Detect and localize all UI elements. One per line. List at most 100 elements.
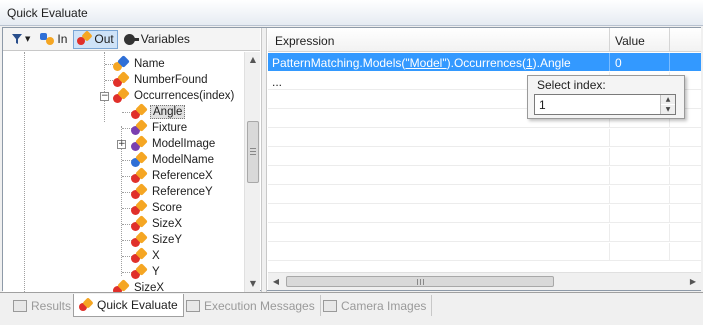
tree-node-label: Fixture: [152, 122, 188, 134]
output-variable-icon: [131, 199, 148, 215]
scroll-up-icon[interactable]: ▲: [245, 52, 261, 68]
expression-cell[interactable]: PatternMatching.Models("Model").Occurren…: [268, 53, 610, 71]
empty-row: [268, 243, 701, 261]
expression-text: PatternMatching.Models(: [272, 56, 406, 70]
spin-up-icon[interactable]: ▲: [661, 95, 675, 104]
select-index-popup: Select index: 1 ▲ ▼: [527, 75, 685, 119]
filter-button[interactable]: ▼: [7, 30, 34, 49]
output-variable-icon: [113, 87, 130, 103]
tree-node-angle[interactable]: Angle: [131, 103, 186, 120]
empty-cell: [268, 129, 610, 147]
expression-text: ).Angle: [532, 56, 571, 70]
output-variable-icon: [131, 135, 148, 151]
empty-cell: [610, 167, 670, 185]
tree-guide-line: [24, 52, 25, 292]
grip-line: [250, 154, 256, 155]
tree-node-numberfound[interactable]: NumberFound: [113, 71, 210, 88]
tree-node-sizey[interactable]: SizeY: [131, 231, 184, 248]
grid-horizontal-scrollbar[interactable]: ◀ ▶: [268, 272, 701, 290]
in-button[interactable]: In: [36, 30, 71, 49]
out-button[interactable]: Out: [73, 29, 118, 49]
execution-messages-icon: [186, 299, 200, 312]
in-label: In: [57, 32, 68, 46]
empty-cell: [610, 243, 670, 261]
expression-grid[interactable]: Expression Value PatternMatching.Models(…: [268, 28, 701, 272]
tree-node-occurrences[interactable]: Occurrences(index): [113, 87, 236, 104]
scrollbar-thumb[interactable]: [247, 121, 259, 183]
toolbar: ▼ In Out Variables: [3, 28, 260, 51]
output-variable-icon: [113, 71, 130, 87]
index-spinner[interactable]: 1 ▲ ▼: [534, 94, 676, 115]
tree-node-label: SizeY: [152, 234, 183, 246]
window-title: Quick Evaluate: [0, 0, 703, 26]
grip-line: [417, 279, 418, 285]
empty-row: [268, 205, 701, 223]
tree-guide-line: [104, 52, 105, 122]
tree-node-sizex-parent[interactable]: SizeX: [113, 279, 166, 292]
expression-column-header[interactable]: Expression: [268, 28, 610, 52]
empty-cell: [610, 148, 670, 166]
results-icon: [13, 299, 27, 312]
variables-icon: [123, 32, 139, 46]
tree-node-referencex[interactable]: ReferenceX: [131, 167, 215, 184]
empty-cell: [268, 205, 610, 223]
out-icon: [77, 30, 94, 46]
grip-line: [250, 148, 256, 149]
empty-row: [268, 167, 701, 185]
output-variable-icon: [131, 151, 148, 167]
expand-icon[interactable]: +: [117, 140, 126, 149]
tree-node-label: ReferenceX: [152, 170, 213, 182]
tab-execution-messages[interactable]: Execution Messages: [181, 295, 321, 316]
collapse-icon[interactable]: −: [100, 92, 109, 101]
tab-label: Results: [31, 298, 72, 313]
tree-node-label: Y: [152, 266, 160, 278]
grip-line: [423, 279, 424, 285]
output-variable-icon: [131, 247, 148, 263]
tree-vertical-scrollbar[interactable]: ▲ ▼: [244, 52, 260, 292]
quick-evaluate-icon: [79, 297, 94, 311]
tree-node-fixture[interactable]: Fixture: [131, 119, 189, 136]
empty-cell: [268, 243, 610, 261]
scroll-right-icon[interactable]: ▶: [685, 273, 701, 290]
index-link[interactable]: 1: [526, 56, 533, 70]
tree-node-label: ReferenceY: [152, 186, 213, 198]
scrollbar-thumb[interactable]: [286, 276, 554, 287]
output-variable-icon: [131, 103, 148, 119]
empty-cell: [610, 224, 670, 242]
tree-node-modelimage[interactable]: ModelImage: [131, 135, 217, 152]
tab-quick-evaluate[interactable]: Quick Evaluate: [73, 294, 184, 317]
empty-cell: [610, 129, 670, 147]
empty-cell: [268, 186, 610, 204]
tree-view[interactable]: − Name NumberFound Occurrences(index) An…: [3, 52, 244, 292]
tab-camera-images[interactable]: Camera Images: [318, 295, 433, 316]
empty-cell: [268, 148, 610, 166]
tree-node-referencey[interactable]: ReferenceY: [131, 183, 215, 200]
tab-label: Execution Messages: [204, 298, 315, 313]
expression-row[interactable]: PatternMatching.Models("Model").Occurren…: [268, 53, 701, 71]
scroll-down-icon[interactable]: ▼: [245, 276, 261, 292]
select-index-label: Select index:: [537, 78, 606, 92]
value-column-header[interactable]: Value: [610, 28, 670, 52]
tree-node-modelname[interactable]: ModelName: [131, 151, 216, 168]
tree-node-x[interactable]: X: [131, 247, 162, 264]
tree-node-y[interactable]: Y: [131, 263, 162, 280]
index-value[interactable]: 1: [539, 98, 546, 112]
model-name-link[interactable]: "Model": [405, 56, 446, 70]
tab-results[interactable]: Results: [8, 295, 78, 316]
scroll-left-icon[interactable]: ◀: [268, 273, 284, 290]
variables-button[interactable]: Variables: [120, 30, 194, 49]
output-variable-icon: [131, 215, 148, 231]
filter-icon: [12, 34, 22, 44]
spinner-buttons: ▲ ▼: [660, 95, 675, 114]
tree-node-label: Name: [134, 58, 165, 70]
bottom-tab-strip: Results Quick Evaluate Execution Message…: [0, 292, 703, 325]
tree-node-name[interactable]: Name: [113, 55, 167, 72]
expression-text: ).Occurrences(: [446, 56, 526, 70]
empty-row: [268, 148, 701, 166]
spin-down-icon[interactable]: ▼: [661, 105, 675, 114]
tree-node-sizex[interactable]: SizeX: [131, 215, 184, 232]
tree-node-score[interactable]: Score: [131, 199, 184, 216]
output-variable-icon: [131, 263, 148, 279]
splitter[interactable]: [261, 28, 267, 292]
output-variable-icon: [131, 167, 148, 183]
